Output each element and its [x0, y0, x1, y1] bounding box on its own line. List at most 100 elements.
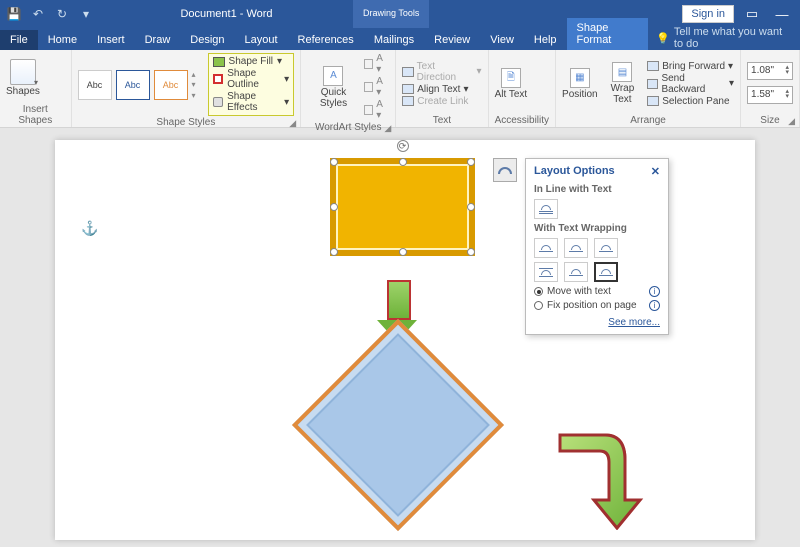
- group-label-accessibility: Accessibility: [495, 114, 549, 126]
- shape-style-gallery[interactable]: Abc Abc Abc ▴▾▾: [78, 70, 204, 100]
- alt-text-icon: 🗎: [501, 68, 521, 88]
- create-link-button[interactable]: Create Link: [402, 96, 481, 107]
- wrap-topbottom-option[interactable]: [534, 262, 558, 282]
- align-text-button[interactable]: Align Text ▾: [402, 84, 481, 95]
- tab-review[interactable]: Review: [424, 30, 480, 50]
- flyout-title: Layout Options: [534, 165, 615, 178]
- tab-file[interactable]: File: [0, 30, 38, 50]
- rotation-handle[interactable]: ⟳: [397, 140, 409, 152]
- tab-view[interactable]: View: [480, 30, 524, 50]
- style-preset-3[interactable]: Abc: [154, 70, 188, 100]
- section-wrapping: With Text Wrapping: [534, 223, 660, 234]
- wrap-text-button[interactable]: ▤Wrap Text: [602, 62, 644, 105]
- see-more-link[interactable]: See more...: [534, 317, 660, 328]
- minimize-icon[interactable]: —: [770, 7, 794, 22]
- wordart-icon: A: [323, 66, 343, 86]
- resize-handle[interactable]: [330, 203, 338, 211]
- tab-home[interactable]: Home: [38, 30, 87, 50]
- position-button[interactable]: ▦Position: [562, 68, 598, 100]
- style-preset-1[interactable]: Abc: [78, 70, 112, 100]
- contextual-tab-label: Drawing Tools: [353, 0, 429, 28]
- redo-icon[interactable]: ↻: [54, 6, 70, 22]
- document-page[interactable]: ⚓ ⟳ Layout Options ✕ In Line with Text Wi…: [55, 140, 755, 540]
- tab-insert[interactable]: Insert: [87, 30, 135, 50]
- resize-handle[interactable]: [467, 203, 475, 211]
- lightbulb-icon: 💡: [656, 32, 670, 45]
- position-icon: ▦: [570, 68, 590, 88]
- wrap-tight-option[interactable]: [564, 238, 588, 258]
- fix-position-radio[interactable]: Fix position on pagei: [534, 300, 660, 311]
- wrap-inline-option[interactable]: [534, 199, 558, 219]
- resize-handle[interactable]: [467, 248, 475, 256]
- group-label-arrange: Arrange: [562, 114, 734, 126]
- shape-outline-button[interactable]: Shape Outline ▾: [213, 68, 290, 90]
- resize-handle[interactable]: [467, 158, 475, 166]
- shapes-gallery-button[interactable]: Shapes: [6, 59, 40, 97]
- selected-rectangle-shape[interactable]: ⟳: [330, 158, 475, 256]
- resize-handle[interactable]: [399, 158, 407, 166]
- tell-me-label: Tell me what you want to do: [674, 26, 792, 50]
- shape-style-tools-highlight: Shape Fill ▾ Shape Outline ▾ Shape Effec…: [208, 53, 295, 116]
- width-input[interactable]: 1.58"▴▾: [747, 86, 793, 104]
- bent-arrow-shape[interactable]: [555, 420, 645, 535]
- height-input[interactable]: 1.08"▴▾: [747, 62, 793, 80]
- wrap-square-option[interactable]: [534, 238, 558, 258]
- text-direction-button[interactable]: Text Direction ▾: [402, 61, 481, 83]
- gallery-down-icon[interactable]: ▾: [192, 80, 204, 89]
- move-with-text-radio[interactable]: Move with texti: [534, 286, 660, 297]
- wrap-behind-option[interactable]: [564, 262, 588, 282]
- tell-me-search[interactable]: 💡 Tell me what you want to do: [648, 26, 800, 50]
- tab-design[interactable]: Design: [180, 30, 234, 50]
- section-inline: In Line with Text: [534, 184, 660, 195]
- resize-handle[interactable]: [399, 248, 407, 256]
- text-fill-button[interactable]: A ▾: [364, 53, 389, 75]
- tab-shape-format[interactable]: Shape Format: [567, 18, 649, 50]
- tab-mailings[interactable]: Mailings: [364, 30, 424, 50]
- qat-more-icon[interactable]: ▾: [78, 6, 94, 22]
- shape-effects-button[interactable]: Shape Effects ▾: [213, 91, 290, 113]
- selection-pane-button[interactable]: Selection Pane: [647, 96, 734, 107]
- dialog-launcher-icon[interactable]: ◢: [384, 123, 391, 134]
- save-icon[interactable]: 💾: [6, 6, 22, 22]
- undo-icon[interactable]: ↶: [30, 6, 46, 22]
- info-icon[interactable]: i: [649, 286, 660, 297]
- wrap-arc-icon: [498, 167, 512, 174]
- diamond-shape[interactable]: [292, 319, 504, 531]
- ribbon-options-icon[interactable]: ▭: [740, 6, 764, 22]
- tab-help[interactable]: Help: [524, 30, 567, 50]
- sign-in-button[interactable]: Sign in: [682, 5, 734, 23]
- alt-text-button[interactable]: 🗎 Alt Text: [495, 68, 528, 100]
- dialog-launcher-icon[interactable]: ◢: [788, 116, 795, 127]
- resize-handle[interactable]: [330, 248, 338, 256]
- send-backward-button[interactable]: Send Backward ▾: [647, 73, 734, 95]
- document-title: Document1 - Word: [100, 8, 353, 20]
- group-label-text: Text: [402, 114, 481, 126]
- gallery-more-icon[interactable]: ▾: [192, 91, 204, 100]
- wrap-through-option[interactable]: [594, 238, 618, 258]
- text-effects-button[interactable]: A ▾: [364, 99, 389, 121]
- text-outline-button[interactable]: A ▾: [364, 76, 389, 98]
- group-label-insert-shapes: Insert Shapes: [6, 103, 65, 126]
- ribbon: Shapes Insert Shapes Abc Abc Abc ▴▾▾ Sha…: [0, 50, 800, 128]
- close-icon[interactable]: ✕: [651, 165, 660, 178]
- info-icon[interactable]: i: [649, 300, 660, 311]
- fill-icon: [213, 57, 225, 67]
- layout-options-launcher[interactable]: [493, 158, 517, 182]
- resize-handle[interactable]: [330, 158, 338, 166]
- shapes-button-label: Shapes: [6, 86, 40, 97]
- layout-options-flyout: Layout Options ✕ In Line with Text With T…: [525, 158, 669, 335]
- shape-fill-button[interactable]: Shape Fill ▾: [213, 56, 290, 67]
- dialog-launcher-icon[interactable]: ◢: [289, 118, 296, 129]
- tab-layout[interactable]: Layout: [235, 30, 288, 50]
- tab-references[interactable]: References: [288, 30, 364, 50]
- anchor-icon: ⚓: [81, 220, 98, 237]
- wrap-infront-option[interactable]: [594, 262, 618, 282]
- group-label-wordart: WordArt Styles◢: [307, 121, 389, 133]
- tab-draw[interactable]: Draw: [135, 30, 181, 50]
- effects-icon: [213, 97, 224, 107]
- title-bar: 💾 ↶ ↻ ▾ Document1 - Word Drawing Tools S…: [0, 0, 800, 28]
- bring-forward-button[interactable]: Bring Forward ▾: [647, 61, 734, 72]
- quick-styles-button[interactable]: A Quick Styles: [307, 66, 360, 109]
- style-preset-2[interactable]: Abc: [116, 70, 150, 100]
- gallery-up-icon[interactable]: ▴: [192, 70, 204, 79]
